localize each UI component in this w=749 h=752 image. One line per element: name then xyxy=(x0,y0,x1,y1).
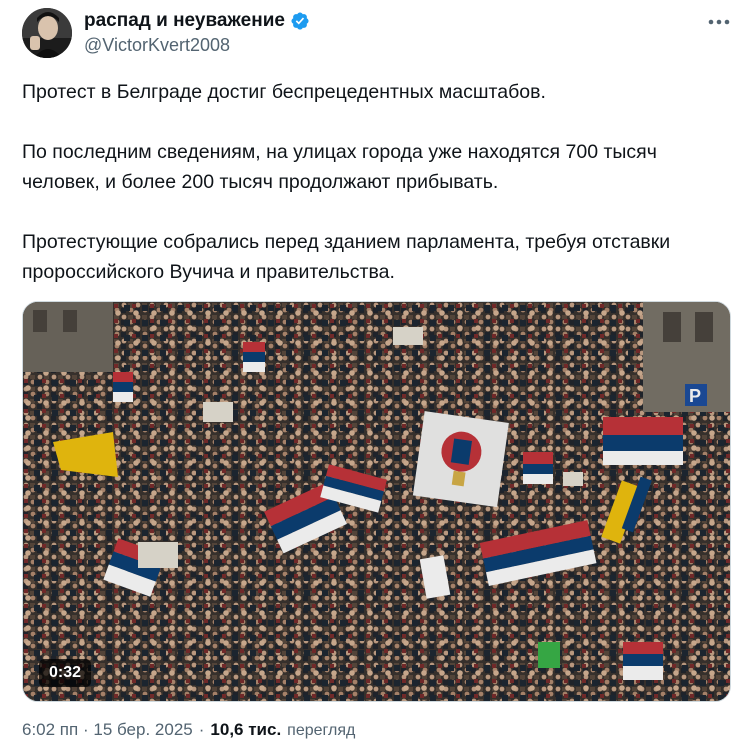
tweet-date: 15 бер. 2025 xyxy=(93,720,193,739)
tweet-time: 6:02 пп xyxy=(22,720,79,739)
meta-separator: · xyxy=(198,720,205,739)
tweet-paragraph: Протест в Белграде достиг беспрецедентны… xyxy=(22,81,546,103)
more-horizontal-icon xyxy=(708,19,730,25)
meta-separator: · xyxy=(82,720,89,739)
video-duration-badge: 0:32 xyxy=(39,659,92,687)
video-frame-protest-crowd: P xyxy=(23,302,730,701)
tweet-timestamp-link[interactable]: 6:02 пп · 15 бер. 2025 xyxy=(22,720,193,740)
tweet-paragraph: Протестующие собрались перед зданием пар… xyxy=(22,231,671,283)
views-label: перегляд xyxy=(287,722,356,739)
views-count[interactable]: 10,6 тис. xyxy=(210,720,281,740)
author-handle[interactable]: @VictorKvert2008 xyxy=(84,35,230,56)
tweet-text: Протест в Белграде достиг беспрецедентны… xyxy=(22,77,732,287)
author-display-name[interactable]: распад и неуважение xyxy=(84,10,285,32)
video-player[interactable]: P 0:32 xyxy=(22,301,731,702)
author-name[interactable]: распад и неуважение xyxy=(84,10,310,32)
tweet-meta: 6:02 пп · 15 бер. 2025 · 10,6 тис. перег… xyxy=(22,720,355,740)
avatar[interactable] xyxy=(22,8,72,58)
more-options-button[interactable] xyxy=(705,12,733,32)
tweet-paragraph: По последним сведениям, на улицах города… xyxy=(22,141,657,193)
verified-badge-icon xyxy=(290,11,310,31)
